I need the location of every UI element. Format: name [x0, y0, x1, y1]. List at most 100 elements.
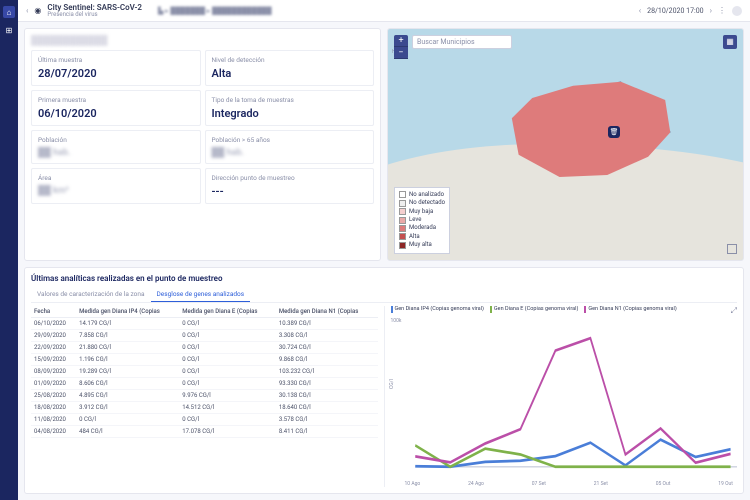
chart-xtick: 24 Ago: [468, 481, 484, 487]
zoom-out-button[interactable]: −: [394, 47, 408, 59]
legend-label: No detectado: [409, 199, 445, 207]
table-row: 22/09/202021.880 CG/l0 CG/l30.724 CG/l: [31, 341, 378, 353]
table-cell: 0 CG/l: [76, 413, 179, 425]
app-logo-icon: ◉: [34, 6, 41, 15]
card-value: ---: [212, 185, 368, 198]
card-value: Alta: [212, 67, 368, 80]
legend-swatch: [399, 233, 406, 240]
column-header[interactable]: Medida gen Diana N1 (Copias: [276, 306, 378, 318]
card-value: 06/10/2020: [38, 107, 194, 120]
card-label: Población > 65 años: [212, 136, 368, 144]
table-cell: 8.606 CG/l: [76, 377, 179, 389]
chart-xtick: 10 Ago: [405, 481, 421, 487]
table-row: 08/09/202019.289 CG/l0 CG/l103.232 CG/l: [31, 365, 378, 377]
table-cell: 01/09/2020: [31, 377, 76, 389]
table-row: 01/09/20208.606 CG/l0 CG/l93.330 CG/l: [31, 377, 378, 389]
column-header[interactable]: Fecha: [31, 306, 76, 318]
analytics-table: FechaMedida gen Diana IP4 (CopiasMedida …: [31, 306, 378, 488]
chart-legend-item: Gen Diana N1 (Copias genoma viral): [584, 306, 676, 313]
time-next-button[interactable]: ›: [710, 6, 712, 15]
table-cell: 0 CG/l: [179, 329, 276, 341]
legend-swatch: [399, 191, 406, 198]
table-cell: 10.389 CG/l: [276, 317, 378, 329]
analytics-title: Últimas analíticas realizadas en el punt…: [31, 274, 737, 283]
column-header[interactable]: Medida gen Diana IP4 (Copias: [76, 306, 179, 318]
info-panel: ████████████ Última muestra28/07/2020Niv…: [24, 28, 381, 261]
table-cell: 484 CG/l: [76, 425, 179, 437]
table-cell: 29/09/2020: [31, 329, 76, 341]
chart-legend-item: Gen Diana IP4 (Copias genoma viral): [391, 306, 484, 313]
table-cell: 9.868 CG/l: [276, 353, 378, 365]
time-prev-button[interactable]: ‹: [639, 6, 641, 15]
table-cell: 7.858 CG/l: [76, 329, 179, 341]
card-value: ██ hab.: [212, 147, 368, 158]
table-cell: 30.724 CG/l: [276, 341, 378, 353]
info-card: Población ██ hab.: [31, 130, 201, 164]
breadcrumb[interactable]: ▙ ▸ ███████ ▸ ████████████: [158, 7, 272, 15]
table-cell: 3.308 CG/l: [276, 329, 378, 341]
map-search-input[interactable]: Buscar Municipios: [412, 35, 512, 49]
zoom-in-button[interactable]: +: [394, 35, 408, 47]
menu-icon[interactable]: ⋮: [718, 6, 726, 15]
table-cell: 30.138 CG/l: [276, 389, 378, 401]
avatar[interactable]: [732, 6, 742, 16]
table-cell: 0 CG/l: [179, 317, 276, 329]
back-button[interactable]: ‹: [26, 6, 28, 15]
table-cell: 18.640 CG/l: [276, 401, 378, 413]
nav-home-icon[interactable]: ⌂: [3, 6, 15, 18]
info-card: Dirección punto de muestreo---: [205, 168, 375, 204]
table-cell: 17.078 CG/l: [179, 425, 276, 437]
fullscreen-button[interactable]: [727, 244, 737, 254]
table-cell: 04/08/2020: [31, 425, 76, 437]
nav-grid-icon[interactable]: ⊞: [3, 24, 15, 36]
chart-legend-item: Gen Diana E (Copias genoma viral): [490, 306, 578, 313]
legend-swatch: [399, 208, 406, 215]
card-value: ██ hab.: [38, 147, 194, 158]
info-card: Primera muestra06/10/2020: [31, 90, 201, 126]
legend-label: No analizado: [409, 191, 444, 199]
legend-row: Muy alta: [399, 241, 445, 249]
table-cell: 11/08/2020: [31, 413, 76, 425]
analytics-tabs: Valores de caracterización de la zonaDes…: [31, 287, 737, 303]
table-cell: 14.179 CG/l: [76, 317, 179, 329]
legend-label: Muy baja: [409, 208, 433, 216]
table-cell: 0 CG/l: [179, 377, 276, 389]
table-cell: 8.411 CG/l: [276, 425, 378, 437]
table-row: 06/10/202014.179 CG/l0 CG/l10.389 CG/l: [31, 317, 378, 329]
table-row: 15/09/20201.196 CG/l0 CG/l9.868 CG/l: [31, 353, 378, 365]
table-cell: 21.880 CG/l: [76, 341, 179, 353]
zoom-control: + −: [394, 35, 408, 59]
chart-xtick: 07 Set: [532, 481, 546, 487]
map-marker[interactable]: 🗑: [608, 126, 620, 138]
map-layers-button[interactable]: ▦: [723, 35, 737, 49]
table-row: 11/08/20200 CG/l0 CG/l3.578 CG/l: [31, 413, 378, 425]
table-cell: 103.232 CG/l: [276, 365, 378, 377]
info-card: Área██ km²: [31, 168, 201, 204]
column-header[interactable]: Medida gen Diana E (Copias: [179, 306, 276, 318]
table-cell: 0 CG/l: [179, 365, 276, 377]
table-cell: 93.330 CG/l: [276, 377, 378, 389]
card-label: Última muestra: [38, 56, 194, 64]
legend-row: No analizado: [399, 191, 445, 199]
map-panel: 🗑 HELA + − Buscar Municipios ▦ No analiz…: [387, 28, 744, 261]
table-cell: 4.895 CG/l: [76, 389, 179, 401]
table-cell: 3.912 CG/l: [76, 401, 179, 413]
legend-row: Leve: [399, 216, 445, 224]
legend-row: Alta: [399, 233, 445, 241]
card-value: Integrado: [212, 107, 368, 120]
chart-xtick: 21 Set: [594, 481, 608, 487]
table-cell: 22/09/2020: [31, 341, 76, 353]
chart-canvas: [391, 316, 738, 481]
legend-swatch: [399, 200, 406, 207]
table-cell: 18/08/2020: [31, 401, 76, 413]
chart-series: [415, 439, 730, 466]
table-cell: 0 CG/l: [179, 413, 276, 425]
tab[interactable]: Desglose de genes analizados: [151, 287, 251, 302]
card-label: Nivel de detección: [212, 56, 368, 64]
legend-swatch: [399, 242, 406, 249]
expand-chart-button[interactable]: ⤢: [731, 306, 737, 316]
table-cell: 1.196 CG/l: [76, 353, 179, 365]
tab[interactable]: Valores de caracterización de la zona: [31, 287, 151, 302]
card-label: Población: [38, 136, 194, 144]
table-row: 18/08/20203.912 CG/l14.512 CG/l18.640 CG…: [31, 401, 378, 413]
